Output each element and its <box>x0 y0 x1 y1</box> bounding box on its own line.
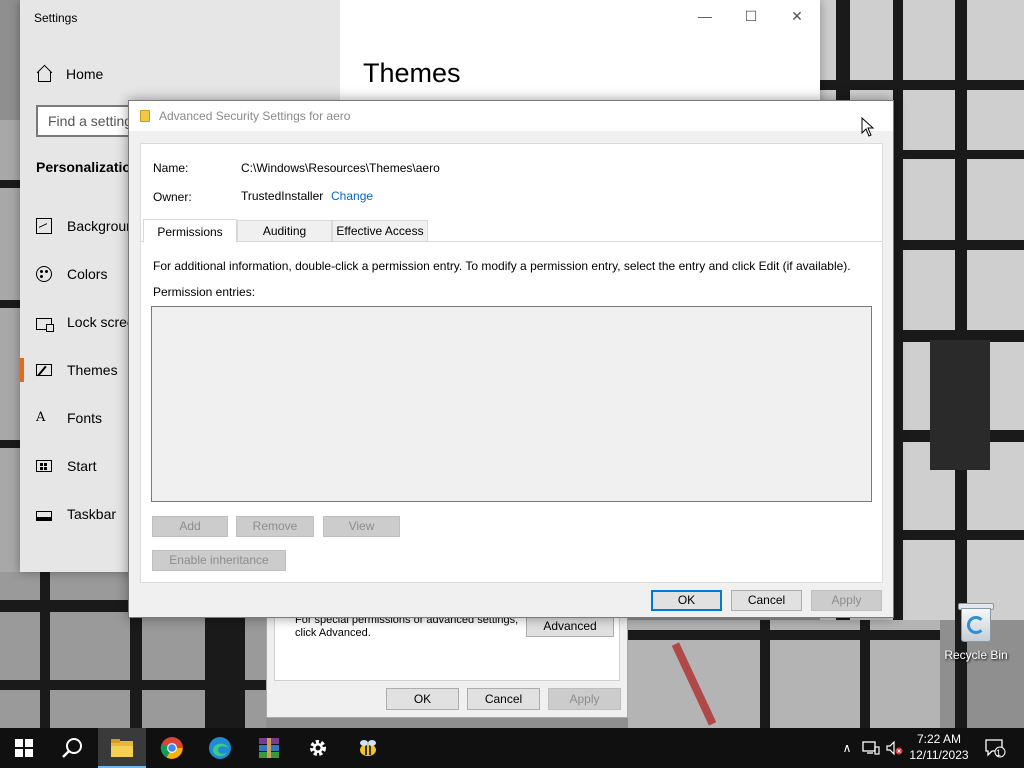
fonts-icon: A <box>36 410 46 425</box>
notification-icon <box>985 739 1006 758</box>
bee-icon <box>360 740 376 756</box>
owner-label: Owner: <box>153 190 192 204</box>
name-label: Name: <box>153 161 189 175</box>
home-label: Home <box>66 66 104 82</box>
advanced-security-dialog: Advanced Security Settings for aero Name… <box>128 100 894 618</box>
enable-inheritance-button[interactable]: Enable inheritance <box>152 550 286 571</box>
dialog-titlebar[interactable]: Advanced Security Settings for aero <box>129 101 893 131</box>
edge-button[interactable] <box>196 728 244 768</box>
section-title: Personalization <box>36 159 140 175</box>
home-nav-item[interactable]: Home <box>36 64 103 84</box>
volume-muted-icon[interactable] <box>884 728 906 768</box>
start-button[interactable] <box>0 728 48 768</box>
show-hidden-icons-chevron-icon[interactable]: ∧ <box>838 728 856 768</box>
clock-date: 12/11/2023 <box>909 748 969 762</box>
archive-icon <box>259 738 279 758</box>
chrome-icon <box>160 737 183 759</box>
ok-button[interactable]: OK <box>386 688 459 710</box>
search-placeholder: Find a setting <box>48 113 133 129</box>
change-owner-link[interactable]: Change <box>331 189 373 203</box>
cancel-button[interactable]: Cancel <box>731 590 802 611</box>
search-button[interactable] <box>48 728 96 768</box>
folder-icon <box>111 739 133 757</box>
bee-app-button[interactable] <box>344 728 392 768</box>
home-icon <box>36 66 52 82</box>
close-button[interactable]: ✕ <box>774 8 820 28</box>
picture-icon <box>36 218 52 234</box>
tab-auditing[interactable]: Auditing <box>237 220 332 242</box>
window-title: Settings <box>34 11 78 25</box>
cancel-button[interactable]: Cancel <box>467 688 540 710</box>
search-icon <box>62 738 82 758</box>
sidebar-item-label: Taskbar <box>67 506 117 522</box>
recycle-bin[interactable]: Recycle Bin <box>940 600 1012 662</box>
view-button[interactable]: View <box>323 516 400 537</box>
edge-icon <box>209 737 231 759</box>
apply-button[interactable]: Apply <box>548 688 621 710</box>
dialog-panel: Name: C:\Windows\Resources\Themes\aero O… <box>140 143 883 583</box>
taskbar-icon <box>36 510 52 521</box>
windows-logo-icon <box>15 739 33 757</box>
winrar-button[interactable] <box>245 728 293 768</box>
dialog-title: Advanced Security Settings for aero <box>159 109 351 123</box>
notification-count: 1 <box>996 748 1002 758</box>
settings-button[interactable] <box>294 728 342 768</box>
ok-button[interactable]: OK <box>651 590 722 611</box>
clock-time: 7:22 AM <box>916 732 962 746</box>
taskbar: ∧ 7:22 AM 12/11/2023 1 <box>0 728 1024 768</box>
apply-button[interactable]: Apply <box>811 590 882 611</box>
clock[interactable]: 7:22 AM 12/11/2023 <box>906 731 972 763</box>
permission-entries-list[interactable] <box>151 306 872 502</box>
chrome-button[interactable] <box>148 728 196 768</box>
advanced-button[interactable]: Advanced <box>526 615 614 637</box>
gear-icon <box>310 740 326 756</box>
recycle-bin-label: Recycle Bin <box>944 648 1008 662</box>
info-text: For additional information, double-click… <box>153 259 851 273</box>
page-title: Themes <box>363 58 461 88</box>
lock-screen-icon <box>36 317 54 332</box>
owner-value: TrustedInstaller <box>241 189 324 203</box>
permission-entries-label: Permission entries: <box>153 285 256 299</box>
maximize-button[interactable]: ☐ <box>728 8 774 28</box>
tab-bar: Permissions Auditing Effective Access <box>141 219 882 243</box>
folder-icon <box>140 110 150 122</box>
tab-permissions[interactable]: Permissions <box>143 219 237 243</box>
themes-icon <box>36 364 52 376</box>
remove-button[interactable]: Remove <box>236 516 314 537</box>
notification-center-button[interactable]: 1 <box>980 728 1010 768</box>
recycle-bin-icon <box>958 600 994 642</box>
minimize-button[interactable]: — <box>682 8 728 28</box>
sidebar-item-label: Start <box>67 458 97 474</box>
tab-effective-access[interactable]: Effective Access <box>332 220 428 242</box>
add-button[interactable]: Add <box>152 516 228 537</box>
file-explorer-button[interactable] <box>98 728 146 768</box>
sidebar-item-label: Fonts <box>67 410 103 426</box>
start-icon <box>36 460 52 472</box>
sidebar-item-label: Colors <box>67 266 108 282</box>
palette-icon <box>36 266 52 282</box>
name-value: C:\Windows\Resources\Themes\aero <box>241 161 440 175</box>
network-icon[interactable] <box>860 728 882 768</box>
sidebar-item-label: Themes <box>67 362 118 378</box>
